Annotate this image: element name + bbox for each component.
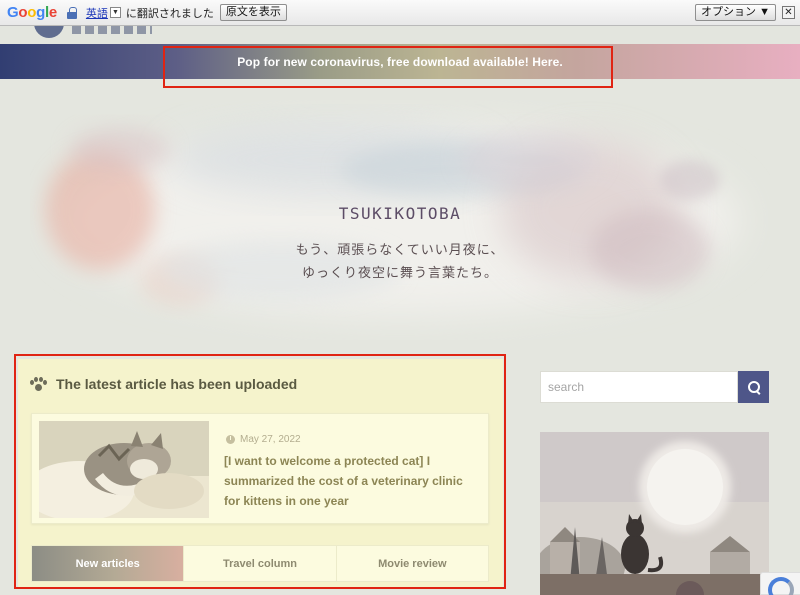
panel-heading: The latest article has been uploaded — [30, 376, 297, 392]
site-brand-title: TSUKIKOTOBA — [338, 204, 462, 223]
sidebar-cat-illustration[interactable] — [540, 432, 769, 595]
site-logo-icon[interactable] — [34, 26, 66, 38]
hero-image: TSUKIKOTOBA もう、頑張らなくていい月夜に、 ゆっくり夜空に舞う言葉た… — [30, 100, 770, 340]
clock-icon — [226, 435, 235, 444]
paw-icon — [30, 376, 47, 392]
translated-notice: に翻訳されました — [125, 7, 214, 20]
panel-title: The latest article has been uploaded — [56, 376, 298, 392]
translate-bar: Google 英語 ▼ に翻訳されました 原文を表示 オプション ▼ ✕ — [0, 0, 800, 26]
search-button[interactable] — [738, 371, 769, 403]
tagline-line-1: もう、頑張らなくていい月夜に、 — [295, 243, 505, 258]
article-card[interactable]: May 27, 2022 [I want to welcome a protec… — [31, 413, 489, 524]
cat-photo — [39, 421, 209, 518]
tab-new-articles[interactable]: New articles — [32, 546, 184, 581]
moon-cat-illustration — [540, 432, 769, 595]
show-original-button[interactable]: 原文を表示 — [219, 4, 287, 21]
site-name-graphic[interactable] — [72, 26, 152, 34]
google-logo: Google — [7, 4, 57, 21]
article-date-text: May 27, 2022 — [240, 434, 301, 445]
announcement-banner[interactable]: Pop for new coronavirus, free download a… — [0, 44, 800, 79]
source-language-link[interactable]: 英語 — [86, 5, 108, 21]
options-button[interactable]: オプション ▼ — [695, 4, 776, 21]
article-date: May 27, 2022 — [226, 434, 301, 445]
lock-icon — [66, 6, 77, 19]
announcement-text[interactable]: Pop for new coronavirus, free download a… — [237, 55, 563, 69]
article-thumbnail[interactable] — [39, 421, 209, 518]
article-title-link[interactable]: [I want to welcome a protected cat] I su… — [224, 451, 474, 511]
tab-movie-review[interactable]: Movie review — [335, 546, 488, 581]
search-icon — [747, 381, 760, 393]
close-icon[interactable]: ✕ — [782, 6, 795, 19]
tagline-line-2: ゆっくり夜空に舞う言葉たち。 — [301, 266, 498, 281]
language-dropdown-icon[interactable]: ▼ — [109, 7, 121, 18]
search-input[interactable] — [540, 371, 738, 403]
latest-article-panel: The latest article has been uploaded May… — [18, 359, 503, 589]
article-category-tabs: New articles Travel column Movie review — [31, 545, 489, 582]
search-form — [540, 371, 769, 403]
recaptcha-badge-icon[interactable] — [760, 572, 800, 595]
tab-travel-column[interactable]: Travel column — [183, 546, 335, 581]
